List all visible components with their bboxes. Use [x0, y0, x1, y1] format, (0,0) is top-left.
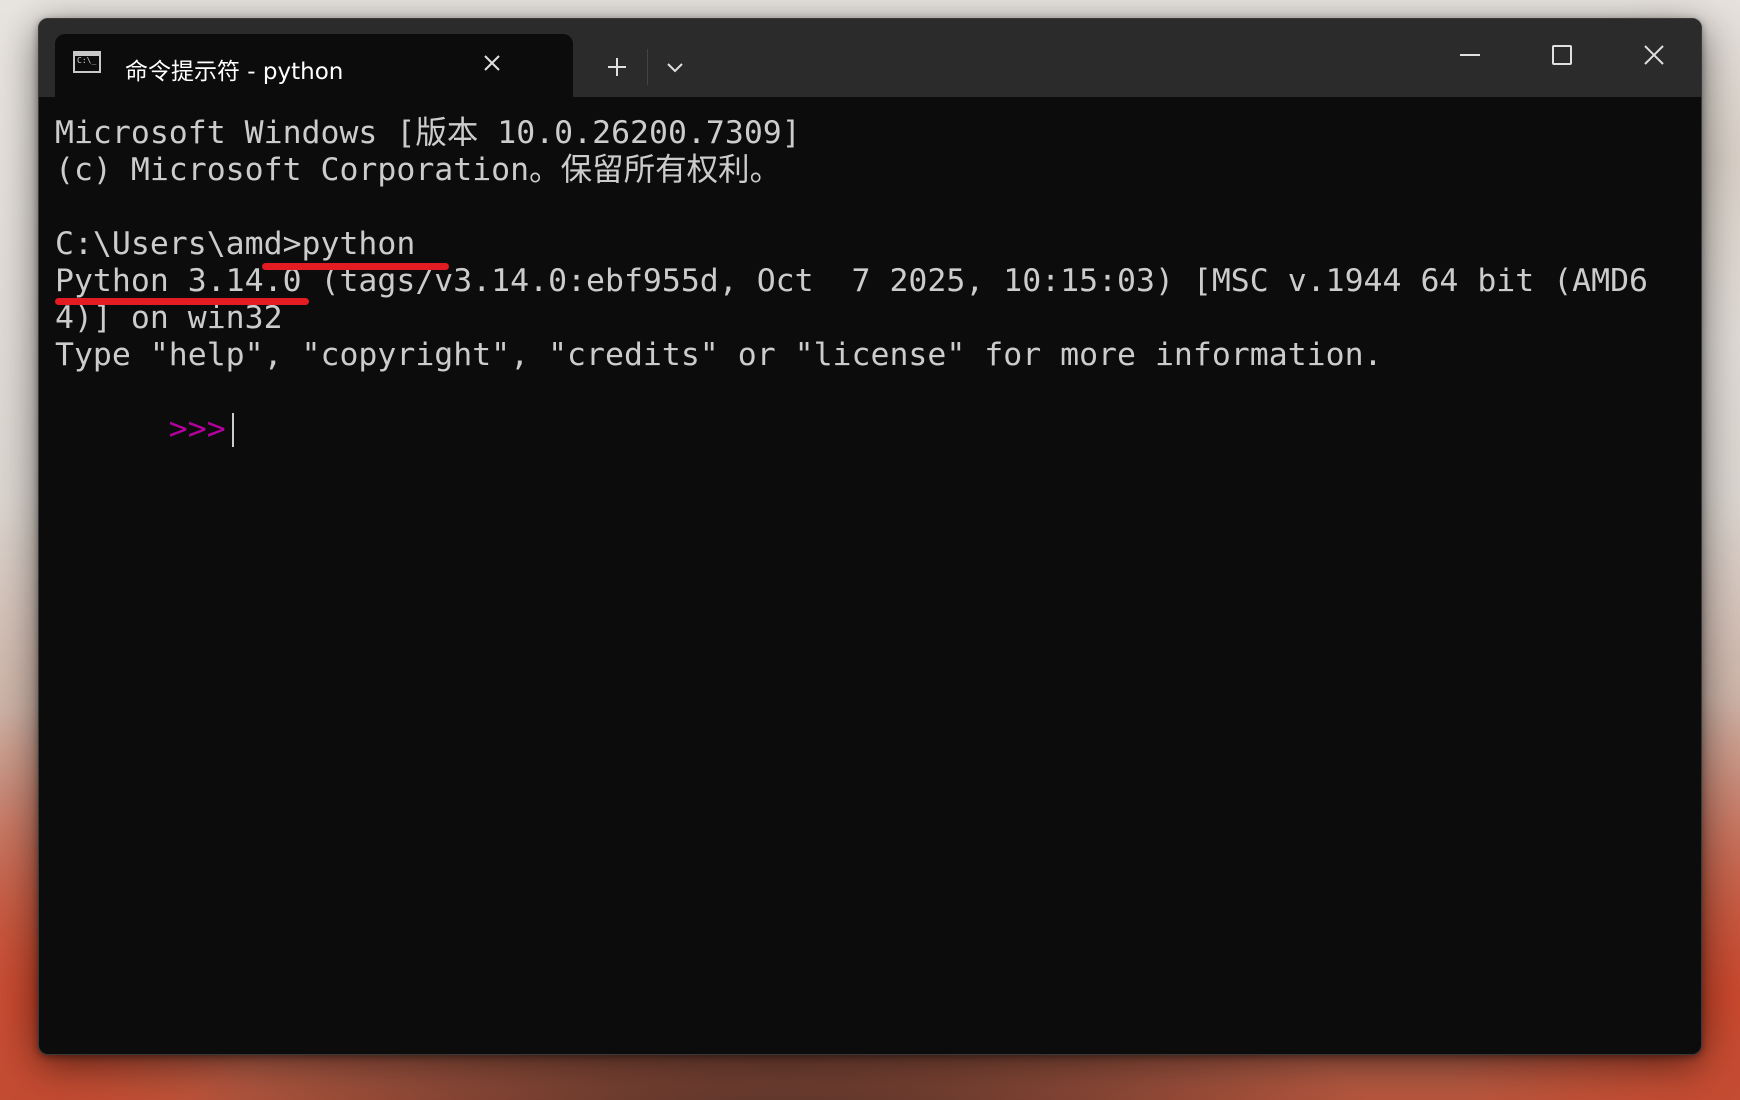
tab-command-prompt[interactable]: C:\_ 命令提示符 - python: [55, 34, 573, 97]
title-bar[interactable]: C:\_ 命令提示符 - python: [39, 19, 1701, 97]
chevron-down-icon[interactable]: [657, 53, 693, 83]
maximize-icon[interactable]: [1537, 39, 1587, 79]
minimize-icon[interactable]: [1445, 39, 1495, 79]
annotation-underline-python-version: [55, 298, 309, 305]
text-cursor: [231, 413, 234, 447]
tab-close-icon[interactable]: [477, 48, 507, 78]
terminal-icon-glyph: C:\_: [77, 56, 97, 65]
terminal-output[interactable]: Microsoft Windows [版本 10.0.26200.7309] (…: [55, 115, 1691, 1044]
close-icon[interactable]: [1629, 39, 1679, 79]
terminal-line-copyright: (c) Microsoft Corporation。保留所有权利。: [55, 152, 782, 188]
annotation-underline-python-command: [262, 263, 449, 270]
terminal-line-version: Microsoft Windows [版本 10.0.26200.7309]: [55, 115, 801, 151]
plus-icon[interactable]: [599, 49, 635, 85]
python-prompt: >>>: [168, 411, 226, 447]
terminal-prompt-line[interactable]: >>>: [55, 374, 234, 485]
terminal-line-command: C:\Users\amd>python: [55, 226, 416, 262]
terminal-icon: C:\_: [73, 51, 101, 73]
terminal-line-platform: 4)] on win32: [55, 300, 283, 336]
terminal-line-help-hint: Type "help", "copyright", "credits" or "…: [55, 337, 1383, 373]
tab-divider: [647, 49, 648, 85]
tab-title: 命令提示符 - python: [125, 59, 344, 85]
terminal-window: C:\_ 命令提示符 - python Microsoft Windows [版…: [38, 18, 1702, 1055]
